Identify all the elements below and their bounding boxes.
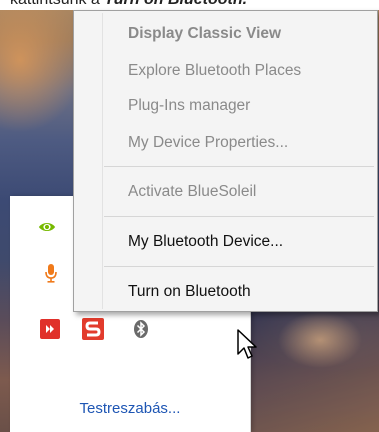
instruction-text: kattintsunk a Turn on Bluetooth. (10, 0, 247, 9)
customize-link[interactable]: Testreszabás... (10, 400, 250, 417)
menu-item-turn-on-bluetooth[interactable]: Turn on Bluetooth (128, 279, 251, 305)
bluetooth-rune-icon (134, 320, 148, 338)
menu-item-my-bluetooth-device[interactable]: My Bluetooth Device... (128, 229, 283, 255)
instruction-text-strip: kattintsunk a Turn on Bluetooth. (0, 0, 379, 10)
bluetooth-icon[interactable] (132, 319, 150, 339)
nvidia-eye-icon (38, 222, 56, 232)
s-app-icon[interactable] (82, 318, 104, 340)
s-letter-icon (85, 321, 101, 337)
red-arrow-icon[interactable] (40, 319, 60, 339)
menu-item-display-classic-view[interactable]: Display Classic View (128, 21, 281, 47)
menu-item-activate-bluesoleil[interactable]: Activate BlueSoleil (128, 179, 256, 205)
menu-separator (104, 216, 374, 217)
bluetooth-context-menu: Display Classic View Explore Bluetooth P… (73, 10, 378, 312)
menu-separator (104, 166, 374, 167)
mouse-pointer-icon (237, 329, 257, 359)
menu-icon-gutter (102, 13, 103, 309)
menu-item-explore-bluetooth-places[interactable]: Explore Bluetooth Places (128, 58, 301, 84)
microphone-icon[interactable] (42, 264, 60, 283)
double-arrow-icon (46, 325, 54, 333)
microphone-shape (45, 264, 57, 283)
menu-item-my-device-properties[interactable]: My Device Properties... (128, 130, 288, 156)
menu-item-plug-ins-manager[interactable]: Plug-Ins manager (128, 93, 250, 119)
menu-separator (104, 266, 374, 267)
nvidia-icon[interactable] (38, 218, 56, 236)
